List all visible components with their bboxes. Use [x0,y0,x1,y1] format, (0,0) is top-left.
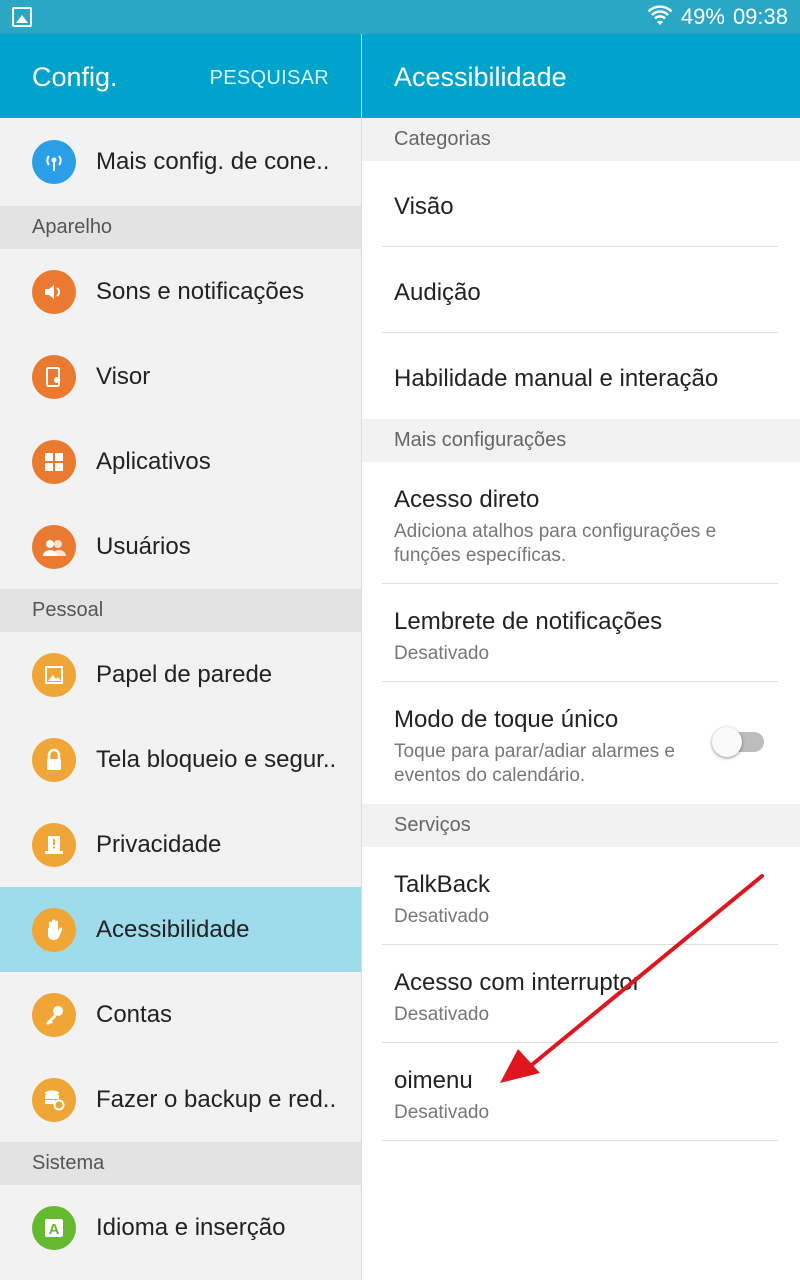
item-subtitle: Desativado [394,1102,490,1123]
sidebar-item-label: Aplicativos [96,447,211,475]
oimenu-item[interactable]: oimenu Desativado [382,1043,778,1141]
wallpaper-icon [32,652,76,697]
acesso-direto-item[interactable]: Acesso direto Adiciona atalhos para conf… [382,462,778,584]
item-title: Acesso com interruptor [394,969,641,996]
antenna-icon [32,140,76,184]
status-bar: 49% 09:38 [0,0,800,34]
acesso-interruptor-item[interactable]: Acesso com interruptor Desativado [382,945,778,1043]
sidebar-item-language[interactable]: A Idioma e inserção [0,1185,361,1270]
users-icon [32,524,76,569]
item-subtitle: Adiciona atalhos para configurações e fu… [394,521,717,566]
toggle-knob [712,727,742,757]
sidebar-item-hand[interactable]: Acessibilidade [0,887,361,972]
display-icon [32,354,76,399]
clock: 09:38 [732,4,788,29]
privacy-icon [32,822,76,867]
section-header: Sistema [0,1142,361,1185]
modo-toque-unico-item[interactable]: Modo de toque único Toque para parar/adi… [382,682,778,804]
wifi-icon [647,5,673,25]
sidebar-item-users[interactable]: Usuários [0,504,361,589]
lembrete-notificacoes-item[interactable]: Lembrete de notificações Desativado [382,584,778,682]
section-header-servicos: Serviços [362,804,800,847]
sidebar-item-antenna[interactable]: Mais config. de cone.. [0,118,361,206]
sidebar-item-speaker[interactable]: Sons e notificações [0,249,361,334]
item-subtitle: Desativado [394,643,490,664]
item-title: Lembrete de notificações [394,608,663,635]
sidebar-item-privacy[interactable]: Privacidade [0,802,361,887]
item-title: Acesso direto [394,486,540,513]
section-header: Aparelho [0,206,361,249]
sidebar-item-label: Mais config. de cone.. [96,148,330,175]
sidebar-item-label: Papel de parede [96,660,273,688]
detail-title: Acessibilidade [394,62,567,92]
item-subtitle: Toque para parar/adiar alarmes e eventos… [394,741,675,786]
item-title: TalkBack [394,871,491,898]
accessibility-panel: Acessibilidade Categorias Visão Audição … [362,34,800,1280]
sidebar-item-display[interactable]: Visor [0,334,361,419]
category-label: Audição [394,279,481,306]
item-title: Modo de toque único [394,706,619,733]
search-button[interactable]: PESQUISAR [210,67,329,90]
sidebar-item-key[interactable]: Contas [0,972,361,1057]
section-header-categorias: Categorias [362,118,800,161]
category-label: Habilidade manual e interação [394,365,719,392]
page-title: Config. [32,62,118,92]
backup-icon [32,1077,76,1122]
category-habilidade[interactable]: Habilidade manual e interação [382,333,778,419]
category-audicao[interactable]: Audição [382,247,778,333]
sidebar-item-label: Fazer o backup e red.. [96,1085,337,1113]
category-label: Visão [394,193,454,220]
sidebar-item-label: Idioma e inserção [96,1213,286,1241]
sidebar-item-label: Sons e notificações [96,277,305,305]
item-subtitle: Desativado [394,1004,490,1025]
apps-grid-icon [32,439,76,484]
lock-icon [32,737,76,782]
section-header-mais-config: Mais configurações [362,419,800,462]
left-app-bar: Config. PESQUISAR [0,34,361,118]
sidebar-item-label: Usuários [96,532,191,560]
modo-toque-toggle[interactable] [712,727,764,757]
right-app-bar: Acessibilidade [362,34,800,118]
sidebar-item-lock[interactable]: Tela bloqueio e segur.. [0,717,361,802]
settings-list-panel: Config. PESQUISAR Mais config. de cone..… [0,34,362,1280]
section-header: Pessoal [0,589,361,632]
sidebar-item-label: Privacidade [96,830,222,858]
sidebar-item-label: Tela bloqueio e segur.. [96,745,337,773]
sidebar-item-backup[interactable]: Fazer o backup e red.. [0,1057,361,1142]
talkback-item[interactable]: TalkBack Desativado [382,847,778,945]
language-icon: A [32,1205,76,1250]
key-icon [32,992,76,1037]
item-subtitle: Desativado [394,906,490,927]
sidebar-item-apps-grid[interactable]: Aplicativos [0,419,361,504]
svg-text:A: A [49,1221,60,1238]
battery-level: 49% [680,4,725,29]
sidebar-item-label: Visor [96,362,151,390]
item-title: oimenu [394,1067,473,1094]
sidebar-item-label: Contas [96,1000,173,1028]
sidebar-item-wallpaper[interactable]: Papel de parede [0,632,361,717]
gallery-icon [12,7,32,27]
settings-categories: Mais config. de cone.. Aparelho Sons e not… [0,118,361,1270]
speaker-icon [32,269,76,314]
category-visao[interactable]: Visão [382,161,778,247]
hand-icon [32,907,76,952]
status-right: 49% 09:38 [647,0,788,34]
sidebar-item-label: Acessibilidade [96,915,250,943]
